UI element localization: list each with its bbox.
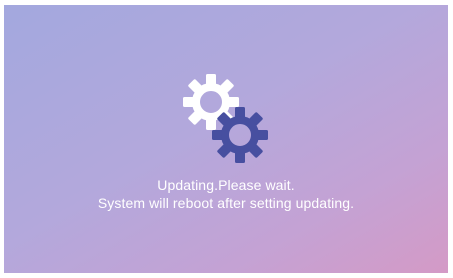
- gears-illustration: [180, 71, 280, 165]
- gear-icon: [212, 107, 268, 163]
- update-screen: Updating.Please wait. System will reboot…: [4, 5, 448, 273]
- reboot-notice: System will reboot after setting updatin…: [97, 195, 355, 211]
- status-message: Updating.Please wait.: [157, 177, 295, 193]
